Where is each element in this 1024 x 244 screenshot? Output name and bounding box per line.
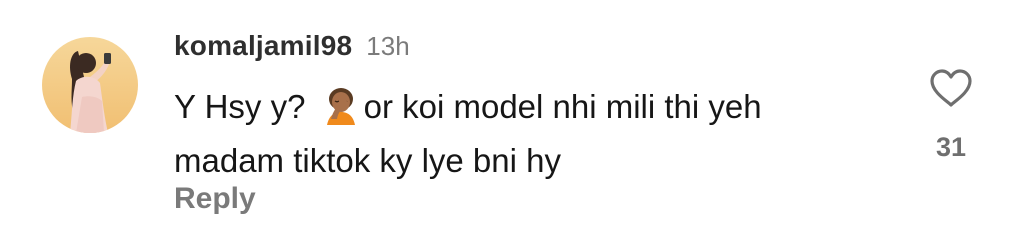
- comment-text-line-1: Y Hsy y? or koi model nhi mili thi yeh: [174, 80, 894, 134]
- comment-text-line-2: madam tiktok ky lye bni hy: [174, 142, 561, 179]
- heart-outline-icon: [930, 69, 972, 107]
- comment-item: komaljamil98 13h Y Hsy y? or koi model n…: [0, 0, 1024, 244]
- comment-text-segment: or koi model nhi mili thi yeh: [363, 88, 762, 125]
- like-count: 31: [935, 132, 967, 162]
- avatar[interactable]: [42, 37, 138, 133]
- username-link[interactable]: komaljamil98: [174, 30, 352, 62]
- person-facepalming-emoji-icon: [321, 85, 361, 125]
- like-button[interactable]: 31: [922, 68, 980, 163]
- comment-header: komaljamil98 13h: [174, 30, 410, 68]
- reply-button[interactable]: Reply: [174, 182, 256, 216]
- comment-timestamp: 13h: [366, 31, 410, 61]
- comment-text-segment: Y Hsy y?: [174, 88, 315, 125]
- avatar-photo-icon: [42, 37, 138, 133]
- comment-text: Y Hsy y? or koi model nhi mili thi yeh m…: [174, 80, 894, 188]
